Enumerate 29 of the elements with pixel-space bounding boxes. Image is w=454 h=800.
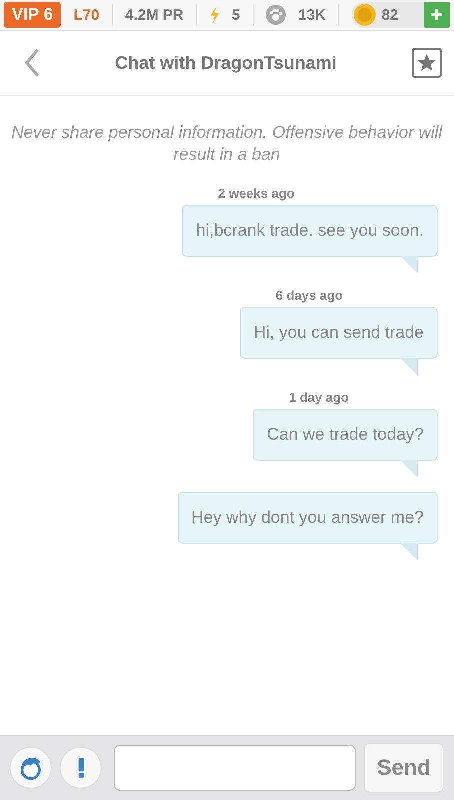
message-input[interactable] bbox=[114, 745, 356, 791]
energy-count: 5 bbox=[232, 6, 240, 24]
vip-badge[interactable]: VIP 6 bbox=[4, 2, 62, 28]
message-time: 1 day ago bbox=[289, 390, 350, 405]
exclamation-icon bbox=[76, 757, 86, 779]
message-time: 2 weeks ago bbox=[218, 186, 295, 201]
lightning-icon bbox=[210, 6, 220, 24]
coin-count: 82 bbox=[382, 6, 400, 24]
back-icon[interactable] bbox=[24, 48, 40, 78]
notice-text: Never share personal information. Offensive behavior will result in a ban bbox=[10, 122, 444, 166]
food-count: 13K bbox=[298, 6, 326, 24]
bubble-tail bbox=[400, 358, 418, 376]
message-time: 6 days ago bbox=[276, 288, 344, 303]
avatar-button[interactable] bbox=[10, 747, 52, 789]
bubble-tail bbox=[400, 543, 418, 561]
level-label: L70 bbox=[74, 6, 100, 24]
coin-icon bbox=[354, 4, 376, 26]
message-bubble: Hey why dont you answer me? bbox=[178, 492, 438, 544]
message-bubble: hi,bcrank trade. see you soon. bbox=[182, 205, 438, 257]
send-button[interactable]: Send bbox=[364, 743, 444, 793]
power-label: 4.2M PR bbox=[125, 6, 184, 24]
chat-title: Chat with DragonTsunami bbox=[115, 52, 337, 74]
add-button[interactable]: + bbox=[424, 2, 450, 28]
message-bubble: Can we trade today? bbox=[253, 409, 438, 461]
message-bubble: Hi, you can send trade bbox=[240, 307, 438, 359]
report-button[interactable] bbox=[60, 747, 102, 789]
paw-icon bbox=[266, 5, 286, 25]
bubble-tail bbox=[400, 256, 418, 274]
bubble-tail bbox=[400, 460, 418, 478]
